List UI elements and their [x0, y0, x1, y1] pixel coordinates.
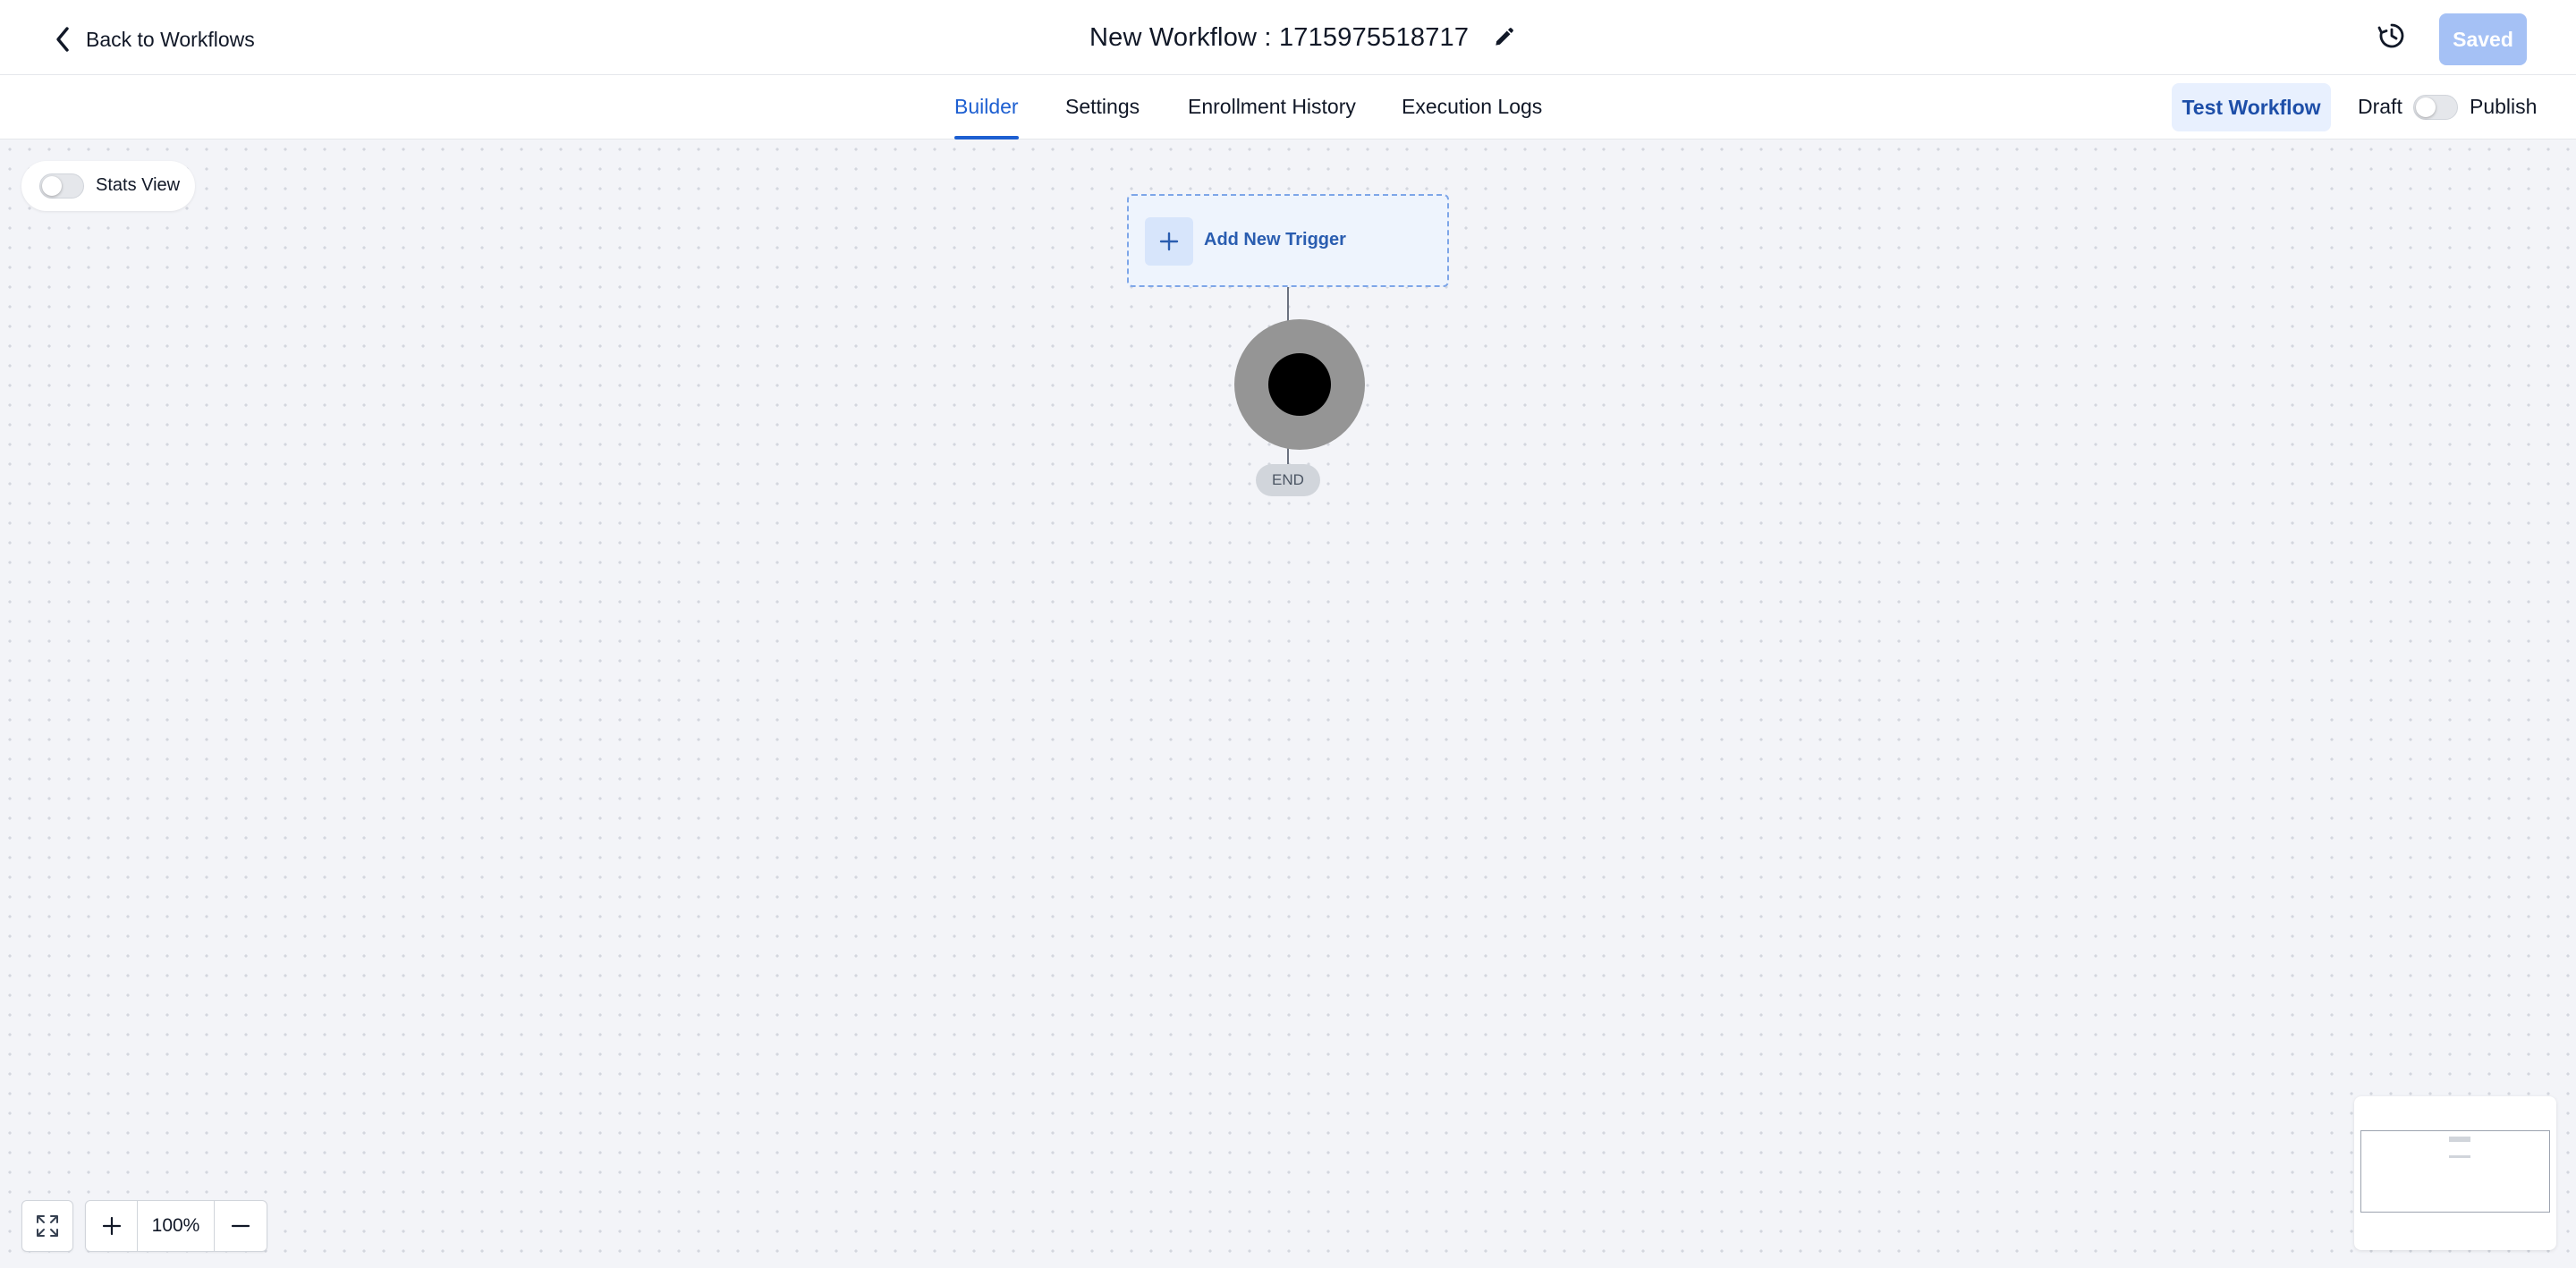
- workflow-canvas[interactable]: Stats View Add New Trigger END 100%: [0, 139, 2576, 1268]
- history-icon[interactable]: [2376, 20, 2408, 52]
- drag-cursor-dot: [1268, 353, 1331, 416]
- saved-button[interactable]: Saved: [2439, 13, 2527, 65]
- zoom-controls: 100%: [85, 1200, 267, 1252]
- draft-label: Draft: [2358, 95, 2402, 118]
- stats-view-toggle[interactable]: [39, 173, 84, 199]
- workflow-title-group: New Workflow : 1715975518717: [1089, 16, 1515, 59]
- tab-enrollment-history[interactable]: Enrollment History: [1188, 75, 1356, 139]
- plus-icon: [1159, 232, 1179, 251]
- stats-view-card: Stats View: [21, 161, 195, 211]
- zoom-level: 100%: [138, 1201, 215, 1251]
- publish-label: Publish: [2470, 95, 2538, 118]
- drag-cursor-ring: [1234, 319, 1365, 450]
- tab-builder[interactable]: Builder: [954, 75, 1019, 139]
- stats-view-label: Stats View: [96, 175, 181, 195]
- pencil-icon[interactable]: [1492, 26, 1515, 49]
- toggle-knob: [42, 176, 62, 196]
- minus-icon: [231, 1224, 250, 1228]
- tab-settings[interactable]: Settings: [1065, 75, 1140, 139]
- back-to-workflows-button[interactable]: Back to Workflows: [52, 21, 255, 57]
- tab-bar: Builder Settings Enrollment History Exec…: [0, 75, 2576, 139]
- app-header: Back to Workflows New Workflow : 1715975…: [0, 0, 2576, 75]
- zoom-out-button[interactable]: [215, 1201, 267, 1251]
- minimap[interactable]: [2354, 1096, 2556, 1250]
- minimap-viewport[interactable]: [2360, 1130, 2550, 1213]
- plus-icon: [102, 1216, 121, 1236]
- chevron-left-icon: [56, 27, 69, 52]
- fit-view-icon: [37, 1215, 58, 1237]
- zoom-in-button[interactable]: [86, 1201, 138, 1251]
- trigger-label: Add New Trigger: [1204, 230, 1346, 249]
- workflow-title: New Workflow : 1715975518717: [1089, 22, 1470, 52]
- minimap-end-node: [2449, 1155, 2470, 1158]
- publish-toggle[interactable]: [2413, 95, 2458, 120]
- fit-view-button[interactable]: [21, 1200, 73, 1252]
- tab-execution-logs[interactable]: Execution Logs: [1402, 75, 1542, 139]
- test-workflow-button[interactable]: Test Workflow: [2172, 83, 2331, 131]
- trigger-plus-tile: [1145, 217, 1193, 266]
- toggle-knob: [2416, 97, 2436, 117]
- minimap-trigger-node: [2449, 1137, 2470, 1142]
- end-node: END: [1256, 464, 1320, 496]
- add-new-trigger-node[interactable]: Add New Trigger: [1127, 194, 1449, 287]
- back-label: Back to Workflows: [86, 27, 255, 51]
